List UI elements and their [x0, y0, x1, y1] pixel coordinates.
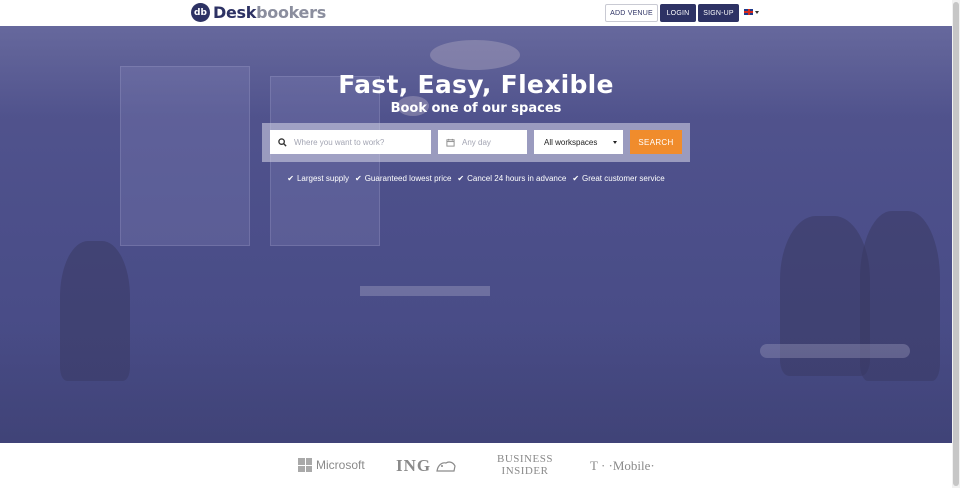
- feature-item: ✔ Guaranteed lowest price: [355, 174, 451, 183]
- check-icon: ✔: [457, 174, 465, 183]
- feature-item: ✔ Largest supply: [287, 174, 349, 183]
- check-icon: ✔: [287, 174, 294, 183]
- login-button[interactable]: LOGIN: [660, 4, 696, 22]
- ing-wordmark: ING: [396, 456, 432, 475]
- search-icon: [278, 137, 287, 147]
- business-insider-logo: BUSINESS INSIDER: [497, 453, 553, 477]
- logo-text-bookers: bookers: [256, 3, 326, 22]
- search-button[interactable]: SEARCH: [630, 130, 682, 154]
- feature-list: ✔ Largest supply ✔ Guaranteed lowest pri…: [0, 174, 952, 183]
- date-picker-field[interactable]: Any day: [438, 130, 527, 154]
- business-insider-line2: INSIDER: [501, 465, 549, 477]
- deskbookers-logo[interactable]: db Deskbookers: [191, 3, 326, 22]
- search-panel: Where you want to work? Any day All work…: [262, 123, 690, 162]
- feature-item: ✔ Great customer service: [572, 174, 664, 183]
- feature-label: Cancel 24 hours in advance: [467, 174, 567, 183]
- tmobile-logo: T · ·Mobile·: [590, 458, 655, 473]
- hero-title: Fast, Easy, Flexible: [338, 70, 614, 99]
- language-selector[interactable]: [744, 9, 759, 15]
- hero-background-floor: [0, 326, 952, 443]
- ing-logo: ING: [396, 456, 457, 476]
- location-search-field[interactable]: Where you want to work?: [270, 130, 431, 154]
- caret-down-icon: [755, 10, 759, 14]
- brand-logos-strip: Microsoft ING BUSINESS INSIDER T · ·Mobi…: [0, 443, 952, 488]
- caret-down-icon: [613, 140, 617, 144]
- hero-background-lamp: [430, 40, 520, 70]
- page-scrollbar[interactable]: [952, 0, 960, 488]
- microsoft-wordmark: Microsoft: [316, 458, 365, 472]
- hero-subtitle: Book one of our spaces: [390, 101, 562, 116]
- feature-label: Great customer service: [582, 174, 665, 183]
- logo-wordmark: Deskbookers: [213, 3, 326, 22]
- feature-label: Guaranteed lowest price: [364, 174, 452, 183]
- calendar-icon: [446, 138, 455, 147]
- check-icon: ✔: [572, 174, 580, 183]
- scrollbar-thumb[interactable]: [953, 2, 959, 486]
- location-placeholder: Where you want to work?: [294, 137, 385, 147]
- hero-section: Fast, Easy, Flexible Book one of our spa…: [0, 26, 952, 443]
- uk-flag-icon: [744, 9, 753, 15]
- logo-text-desk: Desk: [213, 3, 257, 22]
- feature-item: ✔ Cancel 24 hours in advance: [457, 174, 566, 183]
- add-venue-button[interactable]: ADD VENUE: [605, 4, 658, 22]
- check-icon: ✔: [355, 174, 362, 183]
- hero-background-table: [360, 286, 490, 296]
- signup-button[interactable]: SIGN-UP: [698, 4, 739, 22]
- lion-icon: [436, 461, 456, 472]
- feature-label: Largest supply: [296, 174, 349, 183]
- top-header: db Deskbookers ADD VENUE LOGIN SIGN-UP: [0, 0, 952, 26]
- workspace-type-value: All workspaces: [544, 137, 598, 147]
- date-placeholder: Any day: [462, 137, 491, 147]
- microsoft-windows-icon: [298, 458, 312, 472]
- business-insider-line1: BUSINESS: [497, 453, 553, 465]
- microsoft-logo: Microsoft: [298, 458, 365, 472]
- logo-badge: db: [191, 3, 210, 22]
- workspace-type-select[interactable]: All workspaces: [534, 130, 623, 154]
